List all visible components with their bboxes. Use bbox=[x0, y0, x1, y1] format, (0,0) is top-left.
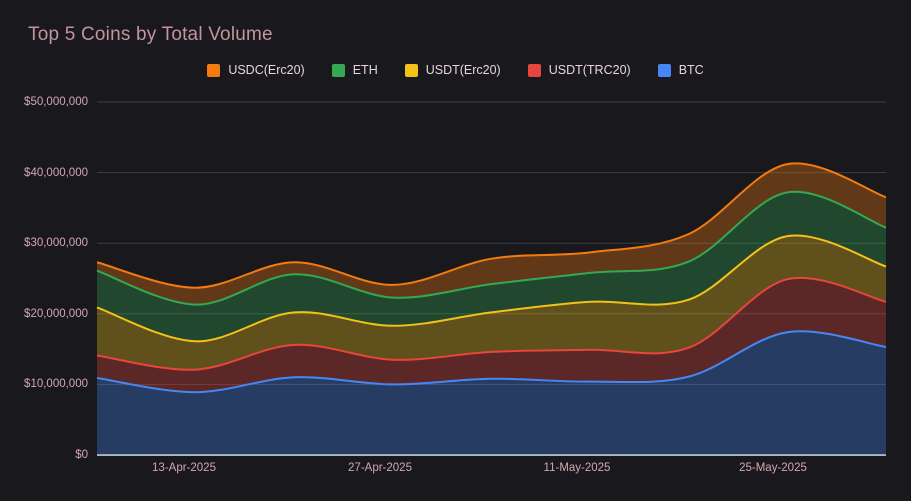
x-axis-tick-label: 27-Apr-2025 bbox=[348, 462, 412, 474]
y-axis-tick-label: $30,000,000 bbox=[24, 237, 88, 249]
x-axis-tick-label: 25-May-2025 bbox=[739, 462, 807, 474]
y-axis-tick-label: $20,000,000 bbox=[24, 308, 88, 320]
y-axis-tick-label: $10,000,000 bbox=[24, 378, 88, 390]
stacked-area-chart bbox=[96, 101, 887, 456]
x-axis-tick-label: 13-Apr-2025 bbox=[152, 462, 216, 474]
y-axis-tick-label: $40,000,000 bbox=[24, 167, 88, 179]
x-axis-tick-label: 11-May-2025 bbox=[543, 462, 611, 474]
y-axis-tick-label: $0 bbox=[75, 449, 88, 461]
y-axis-tick-label: $50,000,000 bbox=[24, 96, 88, 108]
